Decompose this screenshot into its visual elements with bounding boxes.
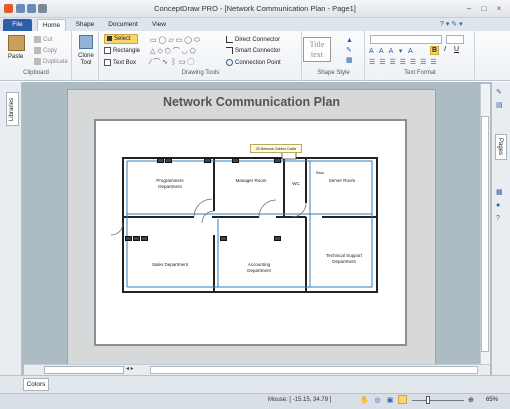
- close-button[interactable]: ×: [492, 3, 506, 14]
- libraries-tab[interactable]: Libraries: [6, 92, 19, 126]
- connection-point-button[interactable]: Connection Point: [226, 59, 281, 66]
- tab-home[interactable]: Home: [37, 19, 66, 31]
- colors-tab[interactable]: Colors: [23, 378, 49, 391]
- copy-label: Copy: [43, 48, 58, 55]
- document-title: Network Communication Plan: [162, 95, 341, 109]
- network-device-icon[interactable]: [133, 236, 140, 241]
- connection-point-label: Connection Point: [235, 60, 281, 67]
- rectangle-button[interactable]: Rectangle: [104, 47, 140, 54]
- wc-label: WC: [292, 181, 300, 186]
- bold-button[interactable]: B: [430, 46, 439, 55]
- clone-tool-icon[interactable]: [79, 35, 93, 49]
- copy-icon: [34, 47, 41, 54]
- pointer-icon: [107, 35, 112, 41]
- horizontal-scroll-thumb[interactable]: [150, 366, 478, 374]
- drawing-tools-label: Drawing Tools: [181, 70, 220, 76]
- technical-support-department-label: Technical Support Department: [326, 253, 362, 264]
- pages-tab[interactable]: Pages: [495, 134, 507, 160]
- rectangle-icon: [104, 47, 111, 54]
- cut-label: Cut: [43, 37, 53, 44]
- cut-button[interactable]: Cut: [34, 36, 52, 43]
- title-text-style[interactable]: Title text: [303, 37, 331, 62]
- window-title: ConceptDraw PRO - [Network Communication…: [154, 4, 356, 13]
- connection-point-icon: [226, 59, 233, 66]
- network-device-icon[interactable]: [274, 236, 281, 241]
- network-device-icon[interactable]: [274, 158, 281, 163]
- network-device-icon[interactable]: [125, 236, 132, 241]
- font-color-tools[interactable]: A A A ▾ A: [369, 47, 415, 55]
- fit-page-button[interactable]: [398, 395, 407, 404]
- direct-connector-label: Direct Connector: [235, 37, 281, 44]
- manager-room-label: Manager Room: [235, 178, 267, 183]
- network-device-icon[interactable]: [157, 158, 164, 163]
- colors-bar: [0, 375, 510, 393]
- server-room-label: Server Room: [328, 178, 356, 183]
- select-button[interactable]: Select: [104, 34, 138, 44]
- alignment-tools[interactable]: ☰ ☰ ☰ ☰ ☰ ☰ ☰: [369, 58, 438, 66]
- tab-document[interactable]: Document: [103, 19, 143, 31]
- programmers-department-label: Programmers Department: [156, 178, 184, 189]
- italic-button[interactable]: I: [444, 46, 446, 53]
- maximize-button[interactable]: □: [477, 3, 491, 14]
- cable-callout[interactable]: 25 Network Cables Cable: [250, 144, 302, 153]
- page-selector[interactable]: [44, 366, 124, 374]
- page-nav-arrows[interactable]: ◂ ▸: [126, 365, 146, 374]
- help-icon[interactable]: ? ▾ ✎ ▾: [440, 20, 463, 28]
- network-device-icon[interactable]: [220, 236, 227, 241]
- network-device-icon[interactable]: [165, 158, 172, 163]
- rectangle-label: Rectangle: [113, 48, 141, 55]
- right-panel-icons-lower[interactable]: ▦ ●?: [496, 186, 503, 225]
- tab-file[interactable]: File: [3, 19, 32, 31]
- textbox-label: Text Box: [113, 60, 137, 67]
- underline-button[interactable]: U: [454, 46, 459, 53]
- scissors-icon: [34, 36, 41, 43]
- minimize-button[interactable]: –: [462, 3, 476, 14]
- zoom-slider-thumb[interactable]: [426, 396, 430, 404]
- mouse-position: Mouse: [ -15.15, 34.79 ]: [268, 397, 332, 403]
- text-format-label: Text Format: [404, 70, 436, 76]
- network-device-icon[interactable]: [141, 236, 148, 241]
- smart-connector-icon: [226, 47, 233, 54]
- tab-view[interactable]: View: [146, 19, 172, 31]
- clone-tool-button[interactable]: Clone Tool: [74, 53, 98, 67]
- zoom-slider[interactable]: [412, 400, 464, 401]
- shape-palette[interactable]: ▭ ◯ ▱ ▭ ◯ ⬭ △ ◇ ⬡ ⌒ ◡ ⬠ ∕ ⌒ ∿ ⌇ ▭ ◯: [150, 35, 216, 69]
- sales-department-label: Sales Department: [151, 262, 189, 267]
- tab-shape[interactable]: Shape: [70, 19, 100, 31]
- vertical-scroll-thumb[interactable]: [481, 116, 489, 352]
- copy-button[interactable]: Copy: [34, 47, 57, 54]
- smart-connector-label: Smart Connector: [235, 48, 281, 55]
- zoom-level: 65%: [486, 397, 499, 403]
- style-tools[interactable]: ▲ ✎ ▦: [346, 36, 360, 66]
- duplicate-icon: [34, 58, 41, 65]
- paste-icon[interactable]: [8, 35, 25, 51]
- network-device-icon[interactable]: [232, 158, 239, 163]
- duplicate-button[interactable]: Duplicate: [34, 58, 68, 65]
- right-panel-icons[interactable]: ✎ ▤: [496, 86, 503, 112]
- shape-style-label: Shape Style: [317, 70, 350, 76]
- right-panel: [491, 82, 510, 375]
- floor-plan[interactable]: [94, 119, 407, 346]
- textbox-icon: [104, 59, 111, 66]
- textbox-button[interactable]: Text Box: [104, 59, 136, 66]
- direct-connector-button[interactable]: Direct Connector: [226, 36, 280, 43]
- smart-connector-button[interactable]: Smart Connector: [226, 47, 280, 54]
- paste-button[interactable]: Paste: [8, 54, 23, 60]
- zoom-in-icon[interactable]: ⊕: [468, 396, 474, 404]
- direct-connector-icon: [226, 36, 233, 43]
- status-bar: [0, 393, 510, 409]
- clipboard-group-label: Clipboard: [23, 70, 49, 76]
- select-label: Select: [114, 36, 131, 42]
- accounting-department-label: Accounting Department: [247, 262, 271, 273]
- network-device-icon[interactable]: [204, 158, 211, 163]
- duplicate-label: Duplicate: [43, 59, 69, 66]
- rack-label: Rack: [316, 171, 324, 175]
- font-family-select[interactable]: [370, 35, 442, 44]
- font-size-select[interactable]: [446, 35, 464, 44]
